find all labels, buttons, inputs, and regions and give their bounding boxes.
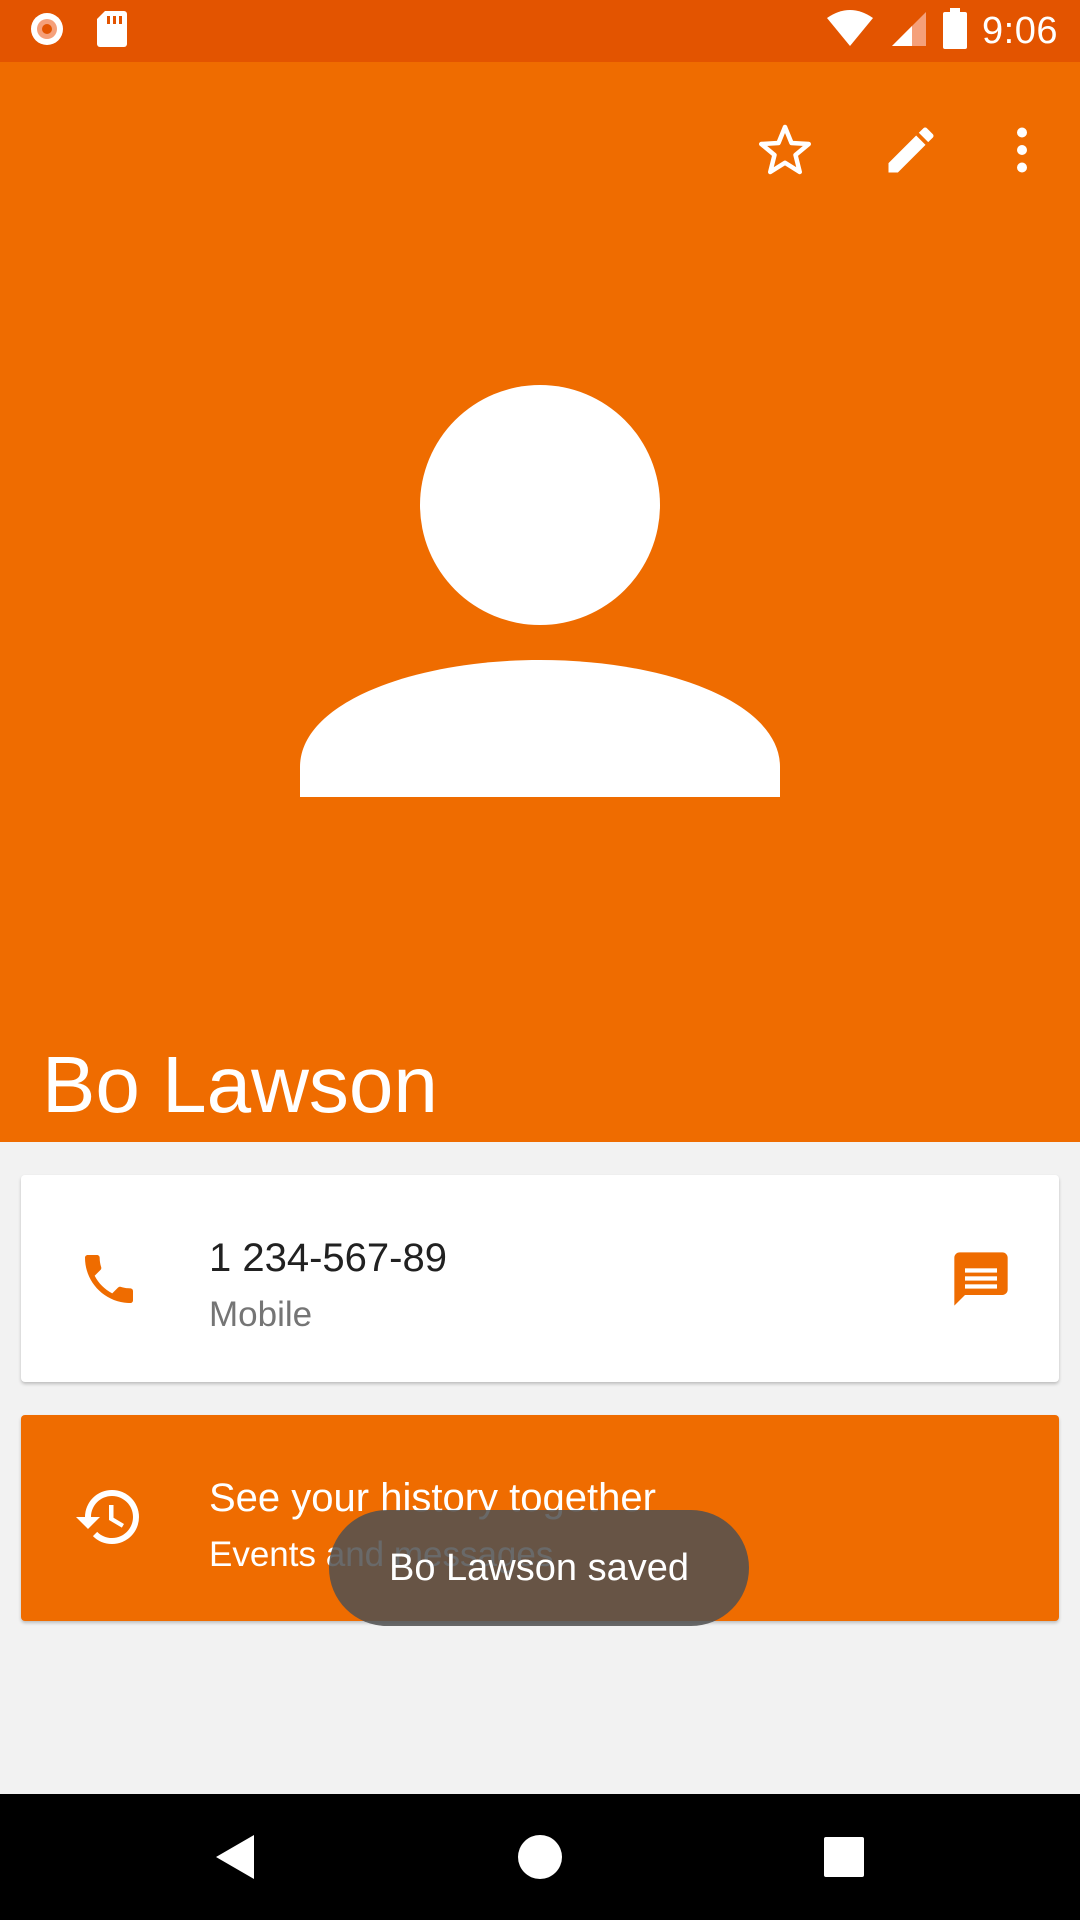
recents-icon[interactable]: [804, 1817, 884, 1897]
saved-toast: Bo Lawson saved: [329, 1510, 749, 1626]
contact-header: Bo Lawson: [0, 62, 1080, 1142]
home-icon[interactable]: [500, 1817, 580, 1897]
message-icon[interactable]: [945, 1243, 1017, 1315]
contact-details-screen: 9:06 Bo Lawson 1 234-567-89 Mobile See y…: [0, 0, 1080, 1920]
back-icon[interactable]: [196, 1817, 276, 1897]
sd-card-icon: [96, 10, 128, 53]
star-icon[interactable]: [737, 102, 833, 198]
navigation-bar: [0, 1794, 1080, 1920]
phone-card[interactable]: 1 234-567-89 Mobile: [21, 1175, 1059, 1382]
contact-name: Bo Lawson: [42, 1040, 438, 1129]
phone-number: 1 234-567-89: [209, 1236, 447, 1280]
wifi-icon: [826, 9, 874, 53]
contact-avatar-icon: [295, 382, 785, 872]
status-time: 9:06: [982, 10, 1058, 52]
history-icon: [73, 1481, 145, 1553]
signal-icon: [888, 10, 928, 53]
more-vert-icon[interactable]: [974, 102, 1070, 198]
record-icon: [28, 10, 66, 53]
battery-icon: [942, 7, 968, 55]
phone-type-label: Mobile: [209, 1295, 313, 1334]
phone-icon[interactable]: [77, 1247, 141, 1311]
status-bar: 9:06: [0, 0, 1080, 62]
edit-icon[interactable]: [863, 102, 959, 198]
